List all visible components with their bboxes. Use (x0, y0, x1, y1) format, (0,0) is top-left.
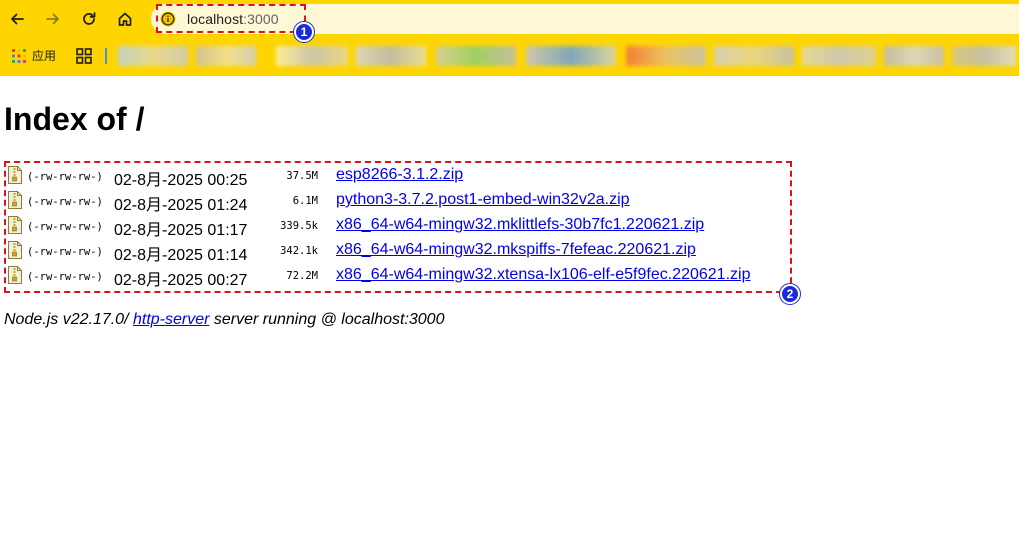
footer-suffix: server running @ localhost:3000 (209, 311, 445, 328)
bookmark-item[interactable] (952, 46, 1016, 66)
grid-icon[interactable] (76, 48, 92, 64)
page-title: Index of / (4, 101, 145, 137)
apps-grid-icon (12, 48, 26, 63)
apps-bookmark[interactable]: 应用 (12, 47, 56, 64)
annotation-badge-1: 1 (294, 22, 314, 42)
browser-toolbar: localhost:3000 (0, 0, 1019, 38)
bookmark-item[interactable] (196, 46, 256, 66)
arrow-left-icon (11, 13, 24, 25)
forward-button[interactable] (39, 5, 67, 33)
bookmark-item[interactable] (356, 46, 426, 66)
home-button[interactable] (111, 5, 139, 33)
footer-prefix: Node.js v22.17.0/ (4, 311, 133, 328)
bookmark-item[interactable] (526, 46, 616, 66)
annotation-box-1 (156, 4, 306, 33)
bookmark-separator (105, 48, 107, 64)
reload-button[interactable] (75, 5, 103, 33)
annotation-box-2 (4, 161, 792, 293)
server-footer: Node.js v22.17.0/ http-server server run… (4, 311, 444, 329)
reload-icon (83, 12, 96, 25)
bookmark-item[interactable] (884, 46, 944, 66)
back-button[interactable] (3, 5, 31, 33)
http-server-link[interactable]: http-server (133, 311, 209, 328)
bookmark-item[interactable] (276, 46, 348, 66)
bookmark-item[interactable] (436, 46, 516, 66)
browser-chrome: localhost:3000 应用 (0, 0, 1019, 76)
apps-label: 应用 (32, 49, 57, 63)
bookmark-item[interactable] (626, 46, 706, 66)
home-icon (118, 12, 132, 26)
bookmark-item[interactable] (118, 46, 188, 66)
bookmarks-bar: 应用 (0, 38, 1019, 76)
bookmark-item[interactable] (714, 46, 794, 66)
annotation-badge-2: 2 (780, 284, 800, 304)
arrow-right-icon (46, 13, 59, 25)
bookmark-item[interactable] (802, 46, 876, 66)
